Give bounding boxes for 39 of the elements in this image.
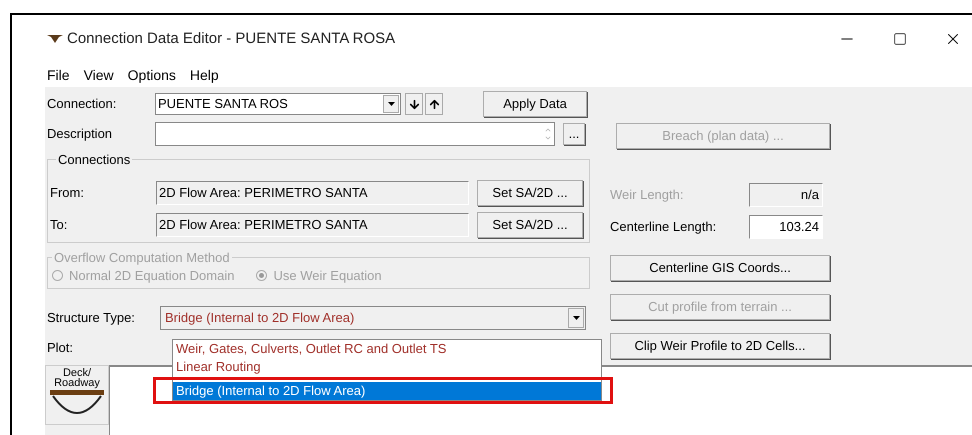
window-title: Connection Data Editor - PUENTE SANTA ROSA bbox=[67, 28, 396, 49]
side-button[interactable]: Centerline GIS Coords... bbox=[610, 255, 830, 281]
area-field: 2D Flow Area: PERIMETRO SANTA bbox=[156, 213, 469, 237]
field-label: Plot: bbox=[47, 339, 74, 358]
connection-combobox[interactable]: PUENTE SANTA ROS bbox=[155, 93, 401, 115]
field-label: Weir Length: bbox=[610, 186, 684, 204]
set-area-button[interactable]: Set SA/2D ... bbox=[477, 180, 583, 206]
area-field: 2D Flow Area: PERIMETRO SANTA bbox=[156, 181, 469, 205]
set-area-button[interactable]: Set SA/2D ... bbox=[477, 212, 583, 238]
more-button[interactable]: ... bbox=[563, 123, 585, 145]
length-field: n/a bbox=[749, 183, 823, 207]
roadway-icon bbox=[49, 390, 105, 416]
description-field[interactable] bbox=[155, 122, 555, 146]
field-label: Centerline Length: bbox=[610, 218, 718, 236]
menu-item[interactable]: View bbox=[82, 64, 116, 86]
field-label: Connection: bbox=[47, 95, 118, 114]
field-label: To: bbox=[49, 216, 68, 234]
dropdown-arrow-icon bbox=[388, 102, 394, 106]
deck-roadway-button[interactable]: Deck/ Roadway bbox=[45, 365, 109, 425]
length-field: 103.24 bbox=[749, 215, 823, 239]
dropdown-option[interactable]: Bridge (Internal to 2D Flow Area) bbox=[173, 382, 601, 400]
field-label: From: bbox=[49, 184, 85, 202]
dropdown-arrow-icon bbox=[572, 316, 580, 320]
dropdown-option[interactable]: Linear Routing bbox=[173, 358, 601, 376]
app-logo-icon bbox=[47, 34, 63, 44]
menu-item[interactable]: File bbox=[45, 64, 72, 86]
maximize-icon[interactable] bbox=[893, 32, 907, 46]
menu-item[interactable]: Options bbox=[126, 64, 178, 86]
apply-data-button[interactable]: Apply Data bbox=[483, 91, 587, 117]
dropdown-option[interactable]: Weir, Gates, Culverts, Outlet RC and Outlet TS bbox=[173, 340, 601, 358]
structure-type-combobox[interactable]: Bridge (Internal to 2D Flow Area) bbox=[160, 306, 586, 330]
field-label: Structure Type: bbox=[47, 309, 136, 328]
arrow-up-icon bbox=[428, 98, 440, 110]
field-label: Description bbox=[47, 125, 114, 144]
move-up-button[interactable] bbox=[425, 93, 443, 115]
side-button[interactable]: Clip Weir Profile to 2D Cells... bbox=[610, 333, 830, 359]
move-down-button[interactable] bbox=[405, 93, 423, 115]
arrow-down-icon bbox=[408, 98, 420, 110]
menu-item[interactable]: Help bbox=[188, 64, 221, 86]
